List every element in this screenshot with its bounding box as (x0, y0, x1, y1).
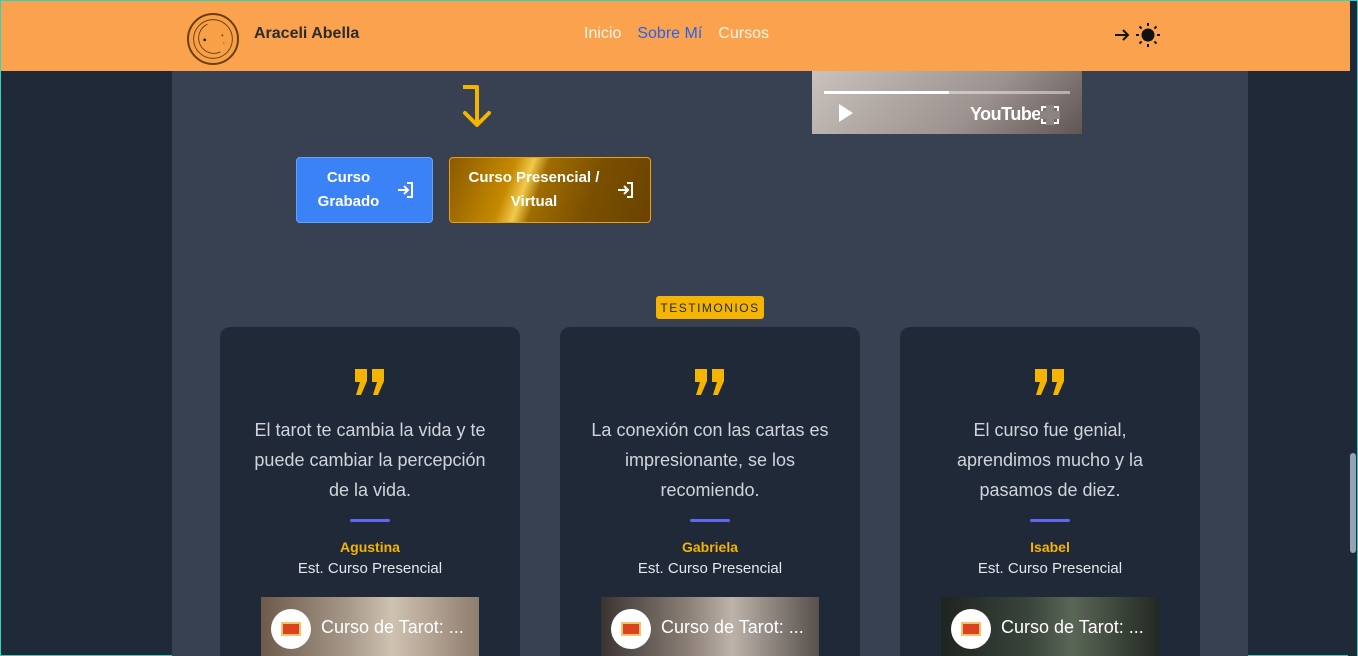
testimonial-role: Est. Curso Presencial (297, 560, 443, 577)
divider (1030, 519, 1070, 522)
enter-icon (397, 182, 413, 198)
testimonial-card: La conexión con las cartas es impresiona… (560, 327, 860, 656)
video-title[interactable]: Curso de Tarot: ... (1001, 617, 1144, 638)
testimonial-author: Agustina (340, 539, 400, 555)
curso-grabado-label: Curso Grabado (317, 169, 380, 210)
nav-cursos[interactable]: Cursos (718, 25, 769, 43)
nav-sobre-mi[interactable]: Sobre Mí (637, 25, 702, 43)
svg-text:✧: ✧ (222, 42, 225, 46)
divider (350, 519, 390, 522)
nav-inicio[interactable]: Inicio (584, 25, 621, 43)
youtube-video-player[interactable]: YouTube (812, 71, 1082, 134)
quote-icon (900, 367, 1200, 397)
fullscreen-icon[interactable] (1040, 105, 1060, 125)
svg-text:✦: ✦ (220, 33, 224, 39)
testimonial-card: El tarot te cambia la vida y te puede ca… (220, 327, 520, 656)
testimonial-video[interactable]: Curso de Tarot: ... (261, 597, 479, 656)
testimonial-author: Gabriela (681, 539, 739, 555)
divider (690, 519, 730, 522)
page-scrollbar[interactable] (1348, 1, 1357, 656)
testimonial-role: Est. Curso Presencial (637, 560, 783, 577)
scrollbar-thumb[interactable] (1350, 453, 1356, 553)
quote-icon (220, 367, 520, 397)
testimonial-role: Est. Curso Presencial (977, 560, 1123, 577)
curso-grabado-button[interactable]: Curso Grabado (296, 157, 433, 223)
quote-icon (560, 367, 860, 397)
testimonial-video[interactable]: Curso de Tarot: ... (601, 597, 819, 656)
testimonial-card: El curso fue genial, aprendimos mucho y … (900, 327, 1200, 656)
login-arrow-icon[interactable] (1113, 26, 1131, 49)
header-actions (1113, 22, 1161, 53)
youtube-logo[interactable]: YouTube (970, 104, 1041, 125)
play-icon[interactable] (839, 104, 853, 122)
curso-presencial-button[interactable]: Curso Presencial / Virtual (449, 157, 651, 223)
enter-icon (618, 182, 633, 198)
channel-avatar[interactable] (611, 609, 651, 649)
testimonial-text: El curso fue genial, aprendimos mucho y … (956, 420, 1144, 500)
video-title[interactable]: Curso de Tarot: ... (661, 617, 804, 638)
site-logo[interactable]: ✦ ✧ (187, 13, 239, 65)
channel-avatar[interactable] (271, 609, 311, 649)
testimonial-author: Isabel (1030, 539, 1070, 555)
curso-presencial-label: Curso Presencial / Virtual (468, 169, 600, 210)
video-progress-bar[interactable] (824, 91, 1070, 94)
video-title[interactable]: Curso de Tarot: ... (321, 617, 464, 638)
moon-logo-icon: ✦ ✧ (193, 19, 233, 59)
main-nav: Inicio Sobre Mí Cursos (584, 25, 769, 43)
testimonial-text: La conexión con las cartas es impresiona… (591, 420, 829, 500)
down-arrow-icon (463, 85, 491, 127)
testimonial-text: El tarot te cambia la vida y te puede ca… (254, 420, 486, 500)
testimonial-video[interactable]: Curso de Tarot: ... (941, 597, 1159, 656)
brand-name[interactable]: Araceli Abella (254, 25, 359, 43)
section-badge: TESTIMONIOS (656, 296, 764, 319)
site-header: ✦ ✧ Araceli Abella Inicio Sobre Mí Curso… (1, 1, 1350, 71)
sun-theme-toggle-icon[interactable] (1135, 22, 1161, 53)
channel-avatar[interactable] (951, 609, 991, 649)
